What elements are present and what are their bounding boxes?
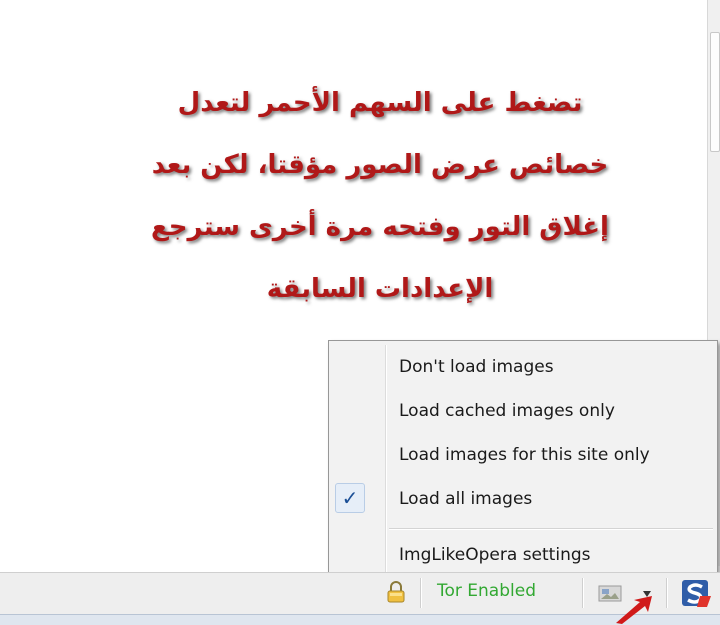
annotation-line-1: تضغط على السهم الأحمر لتعدل [177,88,583,118]
annotation-line-4: الإعدادات السابقة [266,274,494,304]
checkmark-icon: ✓ [335,483,365,513]
annotation-line-2: خصائص عرض الصور مؤقتا، لكن بعد [151,150,609,180]
menu-item-label: Load images for this site only [399,445,650,465]
red-pointer-arrow-icon [616,596,652,624]
annotation-line-3: إغلاق التور وفتحه مرة أخرى سترجع [151,212,609,242]
menu-item-load-site-only[interactable]: Load images for this site only [331,437,715,473]
menu-item-load-all-images[interactable]: ✓ Load all images [331,481,715,517]
menu-item-label: Load cached images only [399,401,615,421]
menu-item-label: Load all images [399,489,533,509]
status-divider [420,578,421,608]
status-divider [582,578,583,608]
lock-icon [387,581,405,603]
menu-item-label: Don't load images [399,357,554,377]
menu-separator [389,528,713,529]
menu-item-load-cached-only[interactable]: Load cached images only [331,393,715,429]
menu-item-dont-load-images[interactable]: Don't load images [331,349,715,385]
s-logo-icon[interactable] [680,578,712,608]
image-options-menu: Don't load images Load cached images onl… [328,340,718,582]
menu-item-imglikeopera-settings[interactable]: ImgLikeOpera settings [331,537,715,573]
scrollbar-thumb[interactable] [710,32,720,152]
menu-item-label: ImgLikeOpera settings [399,545,591,565]
tor-status-label[interactable]: Tor Enabled [437,581,536,601]
annotation-text: تضغط على السهم الأحمر لتعدل خصائص عرض ال… [130,72,630,320]
